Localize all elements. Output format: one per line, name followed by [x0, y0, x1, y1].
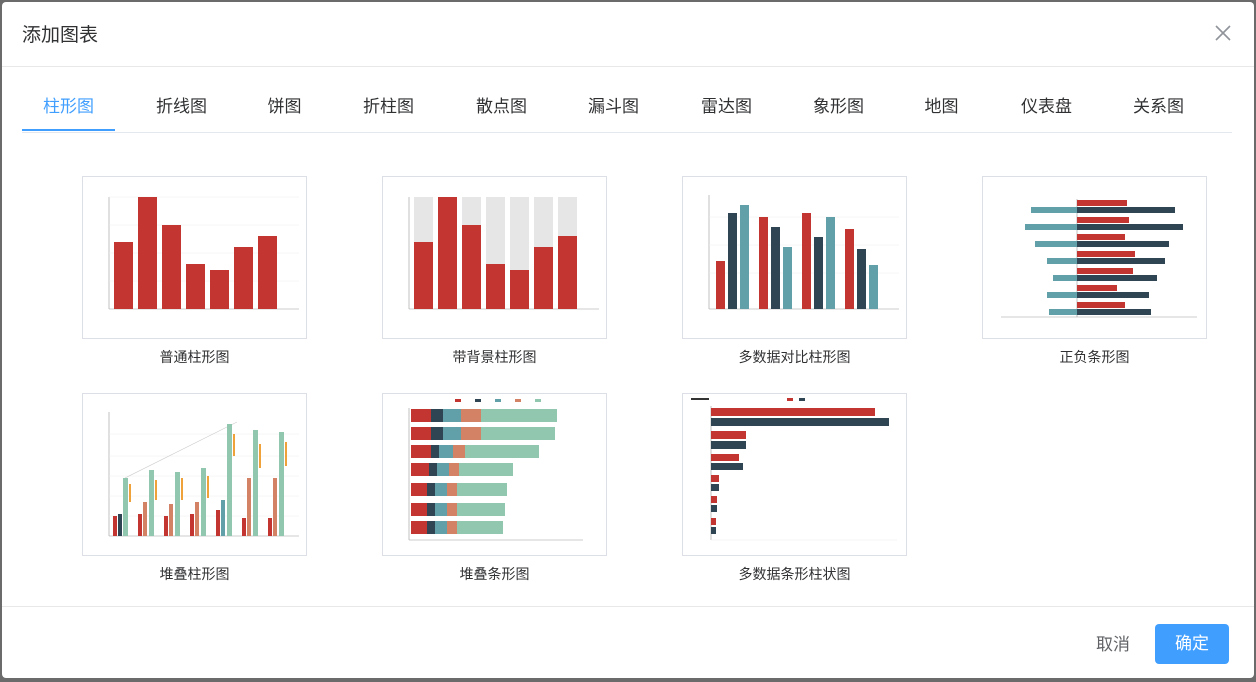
chart-thumbnail	[682, 176, 907, 339]
chart-card-positive-negative-bar[interactable]: 正负条形图	[982, 176, 1207, 367]
tab-bar-chart[interactable]: 柱形图	[22, 84, 115, 131]
dialog-title: 添加图表	[22, 24, 99, 46]
chart-thumbnail	[982, 176, 1207, 339]
tab-funnel-chart[interactable]: 漏斗图	[567, 84, 660, 131]
confirm-button[interactable]: 确定	[1155, 624, 1229, 664]
chart-card-multi-data-bar[interactable]: 多数据条形柱状图	[682, 393, 907, 584]
tab-line-chart[interactable]: 折线图	[135, 84, 228, 131]
chart-card-label: 多数据对比柱形图	[738, 350, 851, 366]
cancel-button[interactable]: 取消	[1077, 626, 1149, 664]
chart-thumbnail	[382, 176, 607, 339]
tab-gauge-chart[interactable]: 仪表盘	[1000, 84, 1093, 131]
chart-card-background-bar[interactable]: 带背景柱形图	[382, 176, 607, 367]
active-tab-indicator	[22, 129, 115, 131]
chart-thumbnail	[82, 176, 307, 339]
chart-card-label: 带背景柱形图	[452, 350, 537, 366]
chart-card-stacked-bar[interactable]: 堆叠条形图	[382, 393, 607, 584]
tab-line-bar-chart[interactable]: 折柱图	[342, 84, 435, 131]
chart-thumbnail	[82, 393, 307, 556]
chart-card-stacked-column[interactable]: 堆叠柱形图	[82, 393, 307, 584]
dialog-header: 添加图表	[2, 2, 1254, 67]
chart-thumbnail	[682, 393, 907, 556]
dialog-footer: 取消 确定	[2, 606, 1254, 678]
tab-scatter-chart[interactable]: 散点图	[455, 84, 548, 131]
add-chart-dialog: 添加图表 柱形图 折线图 饼图 折柱图 散点图 漏斗图 雷达图 象形图 地图 仪…	[2, 2, 1254, 678]
chart-card-label: 多数据条形柱状图	[738, 567, 851, 583]
chart-card-label: 正负条形图	[1059, 350, 1130, 366]
tab-pictorial-chart[interactable]: 象形图	[792, 84, 885, 131]
chart-card-multi-compare-bar[interactable]: 多数据对比柱形图	[682, 176, 907, 367]
tab-radar-chart[interactable]: 雷达图	[680, 84, 773, 131]
chart-card-label: 堆叠柱形图	[159, 567, 230, 583]
chart-card-basic-bar[interactable]: 普通柱形图	[82, 176, 307, 367]
close-icon[interactable]	[1214, 24, 1232, 42]
chart-thumbnail	[382, 393, 607, 556]
chart-type-tabs: 柱形图 折线图 饼图 折柱图 散点图 漏斗图 雷达图 象形图 地图 仪表盘 关系…	[22, 84, 1232, 133]
tab-graph-chart[interactable]: 关系图	[1112, 84, 1205, 131]
chart-card-label: 堆叠条形图	[459, 567, 530, 583]
tab-pie-chart[interactable]: 饼图	[248, 84, 321, 131]
chart-card-label: 普通柱形图	[159, 350, 230, 366]
tab-map-chart[interactable]: 地图	[905, 84, 978, 131]
